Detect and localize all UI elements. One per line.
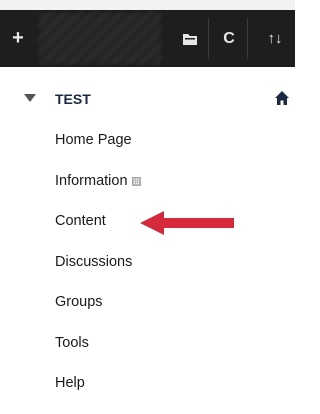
add-menu-item-button[interactable]: + xyxy=(0,10,36,67)
menu-item-groups[interactable]: Groups xyxy=(55,292,141,333)
top-strip xyxy=(0,0,295,10)
course-title[interactable]: TEST xyxy=(55,91,91,107)
menu-item-content[interactable]: Content xyxy=(55,211,141,252)
menu-item-discussions[interactable]: Discussions xyxy=(55,252,141,293)
course-menu-toolbar: + C ↑↓ xyxy=(0,10,295,67)
menu-item-help[interactable]: Help xyxy=(55,373,141,414)
folder-view-button[interactable] xyxy=(175,10,205,67)
course-menu: Home Page Information Content Discussion… xyxy=(55,130,141,414)
refresh-icon: C xyxy=(223,29,235,47)
menu-item-home-page[interactable]: Home Page xyxy=(55,130,141,171)
menu-item-label: Information xyxy=(55,172,128,189)
collapse-caret-icon[interactable] xyxy=(24,94,36,102)
menu-item-label: Tools xyxy=(55,334,89,351)
menu-item-tools[interactable]: Tools xyxy=(55,333,141,374)
toolbar-separator xyxy=(247,18,248,59)
home-icon[interactable] xyxy=(274,90,290,106)
course-header: TEST xyxy=(0,88,295,114)
sort-icon: ↑↓ xyxy=(267,30,283,47)
menu-item-label: Discussions xyxy=(55,253,133,270)
toolbar-separator xyxy=(208,18,209,59)
reorder-button[interactable]: ↑↓ xyxy=(255,10,295,67)
menu-item-label: Home Page xyxy=(55,132,132,148)
refresh-button[interactable]: C xyxy=(215,10,243,67)
red-arrow-icon xyxy=(140,211,234,235)
plus-icon: + xyxy=(12,27,24,49)
folder-icon xyxy=(183,33,197,45)
menu-item-label: Help xyxy=(55,375,85,391)
menu-item-label: Content xyxy=(55,213,106,229)
menu-item-label: Groups xyxy=(55,294,103,310)
menu-item-information[interactable]: Information xyxy=(55,171,141,212)
toolbar-empty-field xyxy=(36,10,164,67)
hidden-item-icon xyxy=(131,176,141,186)
